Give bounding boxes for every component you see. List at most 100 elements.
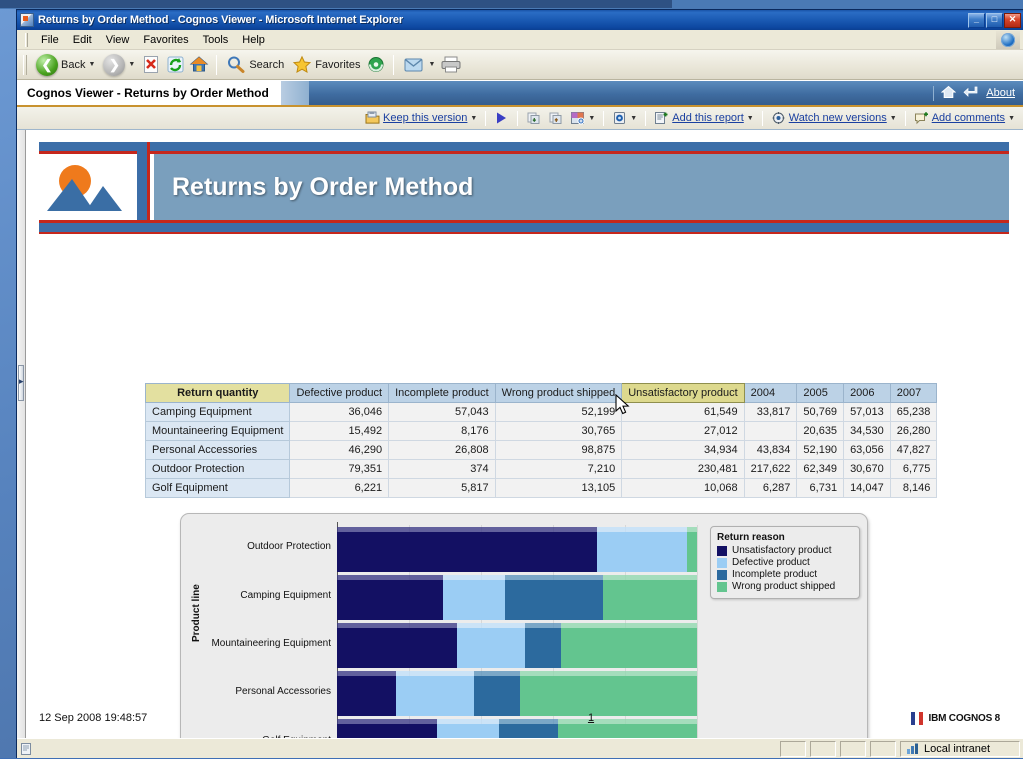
bar-segment-wrong-product-shipped[interactable] <box>561 628 697 668</box>
table-cell[interactable]: 79,351 <box>290 460 389 479</box>
bar-segment-unsatisfactory-product[interactable] <box>337 532 597 572</box>
column-header-defective-product[interactable]: Defective product <box>290 384 389 403</box>
table-cell[interactable]: 57,013 <box>844 403 891 422</box>
print-button[interactable] <box>440 54 462 76</box>
table-cell[interactable]: 62,349 <box>797 460 844 479</box>
run-play-button[interactable] <box>492 111 511 126</box>
table-cell[interactable]: 374 <box>389 460 496 479</box>
add-this-report-link[interactable]: Add this report <box>672 112 744 124</box>
menu-tools[interactable]: Tools <box>196 32 236 48</box>
add-comments-button[interactable]: Add comments ▼ <box>912 111 1017 126</box>
row-header[interactable]: Personal Accessories <box>146 441 290 460</box>
table-cell[interactable]: 15,492 <box>290 422 389 441</box>
table-cell[interactable]: 98,875 <box>495 441 622 460</box>
chevron-down-icon[interactable]: ▼ <box>630 115 637 122</box>
menu-file[interactable]: File <box>34 32 66 48</box>
bar-segment-incomplete-product[interactable] <box>525 628 561 668</box>
bar-segment-defective-product[interactable] <box>457 628 525 668</box>
bar-segment-wrong-product-shipped[interactable] <box>687 532 697 572</box>
security-zone[interactable]: Local intranet <box>900 741 1020 757</box>
table-cell[interactable]: 20,635 <box>797 422 844 441</box>
back-button[interactable]: ❮ Back ▼ <box>33 53 98 77</box>
table-cell[interactable]: 34,530 <box>844 422 891 441</box>
table-cell[interactable]: 27,012 <box>622 422 744 441</box>
close-button[interactable]: ✕ <box>1004 13 1021 28</box>
keep-this-version-link[interactable]: Keep this version <box>383 112 467 124</box>
legend-item-wrong-product-shipped[interactable]: Wrong product shipped <box>717 581 853 592</box>
mail-button[interactable]: ▼ <box>400 54 438 75</box>
row-header[interactable]: Mountaineering Equipment <box>146 422 290 441</box>
chevron-down-icon[interactable]: ▼ <box>470 115 477 122</box>
maximize-button[interactable]: □ <box>986 13 1003 28</box>
column-header-2005[interactable]: 2005 <box>797 384 844 403</box>
run-report-button[interactable]: ▼ <box>610 111 639 126</box>
menu-view[interactable]: View <box>99 32 137 48</box>
column-header-wrong-product-shipped[interactable]: Wrong product shipped <box>495 384 622 403</box>
bar-camping-equipment[interactable] <box>337 580 697 620</box>
favorites-button[interactable]: Favorites <box>289 54 363 75</box>
column-header-unsatisfactory-product[interactable]: Unsatisfactory product <box>622 384 744 403</box>
bar-segment-defective-product[interactable] <box>443 580 505 620</box>
table-cell[interactable]: 5,817 <box>389 479 496 498</box>
table-cell[interactable]: 47,827 <box>890 441 937 460</box>
forward-button[interactable]: ❯ ▼ <box>100 53 138 77</box>
home-icon[interactable] <box>941 85 956 102</box>
panel-splitter[interactable] <box>17 130 26 738</box>
table-cell[interactable]: 8,176 <box>389 422 496 441</box>
table-cell[interactable]: 6,731 <box>797 479 844 498</box>
table-cell[interactable]: 46,290 <box>290 441 389 460</box>
bar-mountaineering-equipment[interactable] <box>337 628 697 668</box>
bar-segment-wrong-product-shipped[interactable] <box>603 580 697 620</box>
table-cell[interactable]: 36,046 <box>290 403 389 422</box>
bar-segment-unsatisfactory-product[interactable] <box>337 628 457 668</box>
chevron-down-icon[interactable]: ▼ <box>1008 115 1015 122</box>
column-header-2004[interactable]: 2004 <box>744 384 797 403</box>
bar-segment-defective-product[interactable] <box>597 532 687 572</box>
legend-item-incomplete-product[interactable]: Incomplete product <box>717 569 853 580</box>
refresh-button[interactable] <box>164 54 186 76</box>
home-button[interactable] <box>188 54 210 76</box>
table-cell[interactable]: 14,047 <box>844 479 891 498</box>
table-cell[interactable]: 13,105 <box>495 479 622 498</box>
chevron-down-icon[interactable]: ▼ <box>747 115 754 122</box>
table-cell[interactable]: 63,056 <box>844 441 891 460</box>
table-cell[interactable]: 230,481 <box>622 460 744 479</box>
menu-edit[interactable]: Edit <box>66 32 99 48</box>
table-cell[interactable]: 50,769 <box>797 403 844 422</box>
menu-favorites[interactable]: Favorites <box>136 32 195 48</box>
splitter-expand-handle[interactable] <box>18 365 24 401</box>
row-header[interactable]: Camping Equipment <box>146 403 290 422</box>
table-corner-header[interactable]: Return quantity <box>146 384 290 403</box>
table-cell[interactable]: 8,146 <box>890 479 937 498</box>
table-cell[interactable]: 57,043 <box>389 403 496 422</box>
add-this-report-button[interactable]: Add this report ▼ <box>652 111 755 126</box>
bar-outdoor-protection[interactable] <box>337 532 697 572</box>
table-cell[interactable]: 65,238 <box>890 403 937 422</box>
row-header[interactable]: Outdoor Protection <box>146 460 290 479</box>
row-header[interactable]: Golf Equipment <box>146 479 290 498</box>
menubar-grip[interactable] <box>25 33 28 47</box>
table-cell[interactable] <box>744 422 797 441</box>
page-up-button[interactable] <box>546 111 565 126</box>
watch-new-versions-button[interactable]: Watch new versions ▼ <box>769 111 899 126</box>
add-comments-link[interactable]: Add comments <box>932 112 1005 124</box>
bar-segment-incomplete-product[interactable] <box>505 580 603 620</box>
keep-this-version-button[interactable]: Keep this version ▼ <box>363 111 479 126</box>
table-cell[interactable]: 33,817 <box>744 403 797 422</box>
minimize-button[interactable]: _ <box>968 13 985 28</box>
table-cell[interactable]: 30,670 <box>844 460 891 479</box>
stop-button[interactable] <box>140 54 162 76</box>
search-button[interactable]: Search <box>223 54 287 75</box>
page-down-button[interactable] <box>524 111 543 126</box>
bar-segment-unsatisfactory-product[interactable] <box>337 580 443 620</box>
table-cell[interactable]: 7,210 <box>495 460 622 479</box>
history-button[interactable] <box>365 54 387 76</box>
view-format-button[interactable]: ▼ <box>568 111 597 126</box>
menu-help[interactable]: Help <box>235 32 272 48</box>
table-cell[interactable]: 30,765 <box>495 422 622 441</box>
legend-item-unsatisfactory-product[interactable]: Unsatisfactory product <box>717 545 853 556</box>
table-cell[interactable]: 6,221 <box>290 479 389 498</box>
chevron-down-icon[interactable]: ▼ <box>890 115 897 122</box>
column-header-2007[interactable]: 2007 <box>890 384 937 403</box>
table-cell[interactable]: 34,934 <box>622 441 744 460</box>
